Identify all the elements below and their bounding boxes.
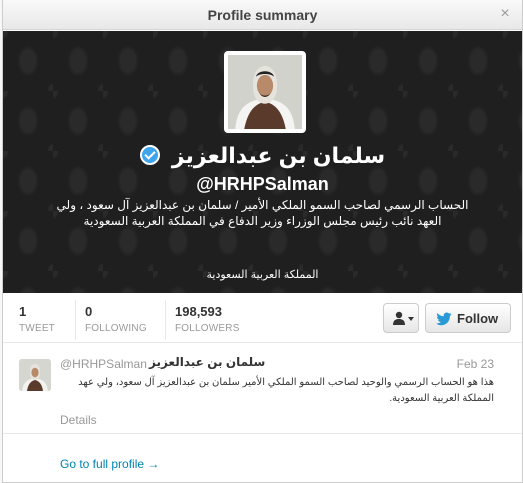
tweet-date[interactable]: Feb 23 bbox=[457, 357, 494, 371]
user-dropdown-icon bbox=[393, 311, 405, 325]
stat-following-value: 0 bbox=[85, 304, 93, 319]
stat-followers[interactable]: 198,593 FOLLOWERS bbox=[165, 300, 240, 340]
dialog-title: Profile summary bbox=[207, 7, 318, 23]
tweet-avatar-image bbox=[19, 359, 51, 391]
profile-photo-image bbox=[228, 55, 302, 129]
profile-handle[interactable]: @HRHPSalman bbox=[3, 174, 522, 195]
stat-following[interactable]: 0 FOLLOWING bbox=[75, 300, 147, 340]
chevron-down-icon bbox=[408, 317, 414, 321]
stat-tweets[interactable]: 1 TWEET bbox=[19, 304, 55, 334]
tweet-handle[interactable]: @HRHPSalman bbox=[60, 357, 147, 371]
tweet-author-name[interactable]: سلمان بن عبدالعزيز bbox=[149, 355, 265, 369]
tweet-item[interactable]: @HRHPSalman سلمان بن عبدالعزيز Feb 23 هذ… bbox=[3, 346, 522, 434]
profile-bio: الحساب الرسمي لصاحب السمو الملكي الأمير … bbox=[56, 198, 469, 228]
close-icon[interactable]: × bbox=[497, 6, 513, 22]
profile-stats: 1 TWEET 0 FOLLOWING 198,593 FOLLOWERS Fo… bbox=[3, 293, 522, 343]
display-name-text: سلمان بن عبدالعزيز bbox=[171, 143, 386, 168]
profile-header: سلمان بن عبدالعزيز @HRHPSalman الحساب ال… bbox=[3, 31, 522, 293]
go-to-full-profile-link[interactable]: Go to full profile → bbox=[60, 457, 159, 471]
profile-location: المملكة العربية السعودية bbox=[206, 269, 319, 281]
profile-display-name: سلمان بن عبدالعزيز bbox=[3, 143, 522, 169]
dialog-titlebar: Profile summary × bbox=[3, 0, 522, 30]
stat-following-label: FOLLOWING bbox=[85, 323, 147, 334]
follow-button-label: Follow bbox=[457, 311, 499, 326]
profile-avatar bbox=[224, 51, 306, 133]
stat-followers-label: FOLLOWERS bbox=[175, 323, 240, 334]
stat-tweets-label: TWEET bbox=[19, 323, 55, 334]
tweet-details-link[interactable]: Details bbox=[60, 413, 97, 427]
user-actions-dropdown-button[interactable] bbox=[383, 303, 419, 333]
stat-followers-value: 198,593 bbox=[175, 304, 222, 319]
tweet-text: هذا هو الحساب الرسمي والوحيد لصاحب السمو… bbox=[78, 377, 494, 404]
follow-button[interactable]: Follow bbox=[425, 303, 511, 333]
profile-summary-dialog: Profile summary × سلمان بن عبدالعزيز @HR… bbox=[2, 0, 523, 483]
stat-tweets-value: 1 bbox=[19, 304, 27, 319]
twitter-bird-icon bbox=[436, 312, 452, 326]
verified-badge-icon bbox=[139, 145, 160, 166]
tweet-avatar[interactable] bbox=[19, 359, 51, 391]
